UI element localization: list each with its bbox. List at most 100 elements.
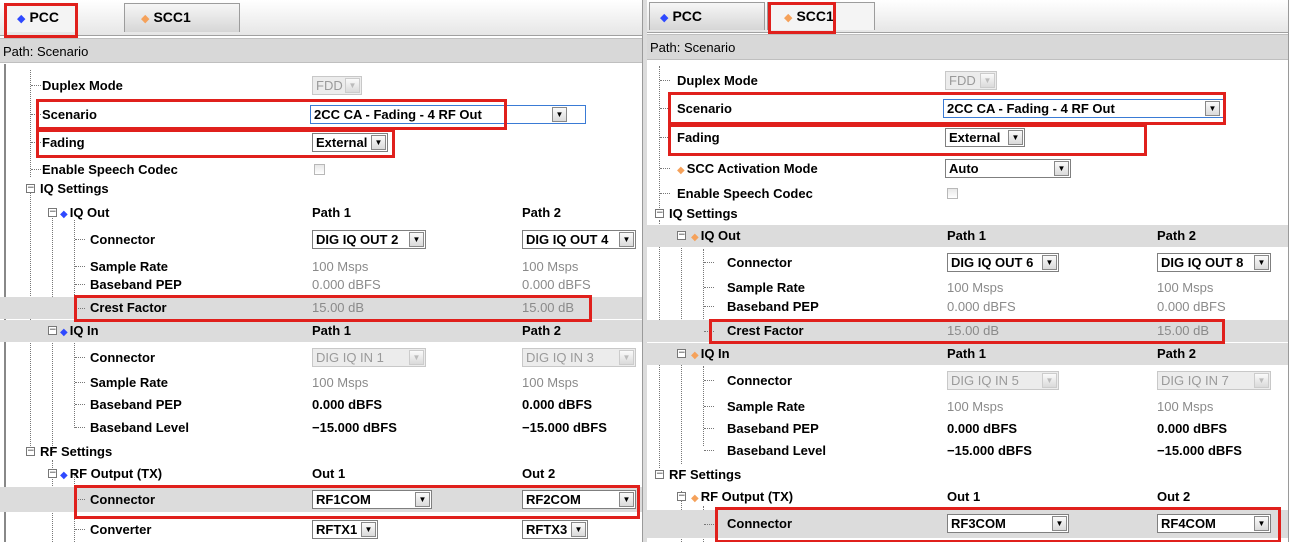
pcc-panel: ◆ PCC ◆ SCC1 Path: Scenario Duplex Mode FD… (0, 0, 643, 542)
dropdown-arrow-icon[interactable]: ▼ (361, 522, 376, 537)
dropdown-arrow-icon[interactable]: ▼ (415, 492, 430, 507)
duplex-mode-dropdown: FDD ▼ (945, 71, 997, 90)
iq-in-sample-rate-row: Sample Rate 100 Msps 100 Msps (0, 371, 642, 394)
dropdown-arrow-icon[interactable]: ▼ (371, 135, 386, 150)
dropdown-arrow-icon: ▼ (980, 73, 995, 88)
dropdown-arrow-icon[interactable]: ▼ (1054, 161, 1069, 176)
path-value: Scenario (683, 40, 736, 55)
rf-output-converter-out2-dropdown[interactable]: RFTX3 ▼ (522, 520, 588, 539)
orange-diamond-icon: ◆ (784, 12, 793, 24)
tab-scc1[interactable]: ◆ SCC1 (124, 3, 240, 32)
path-label: Path: (3, 44, 34, 59)
iq-in-connector-path1-dropdown: DIG IQ IN 1 ▼ (312, 348, 426, 367)
iq-in-baseband-level-row: Baseband Level −15.000 dBFS −15.000 dBFS (0, 416, 642, 439)
scenario-row: Scenario 2CC CA - Fading - 4 RF Out ▼ (0, 103, 642, 126)
scenario-dropdown[interactable]: 2CC CA - Fading - 4 RF Out ▼ (943, 99, 1225, 118)
dropdown-arrow-icon: ▼ (619, 350, 634, 365)
duplex-mode-label: Duplex Mode (42, 78, 123, 93)
dropdown-arrow-icon[interactable]: ▼ (571, 522, 586, 537)
iq-out-baseband-pep-row: Baseband PEP 0.000 dBFS 0.000 dBFS (647, 295, 1288, 318)
speech-codec-checkbox[interactable] (947, 188, 958, 199)
speech-codec-checkbox[interactable] (314, 164, 325, 175)
dropdown-arrow-icon: ▼ (1254, 373, 1269, 388)
iq-out-row: − ◆ IQ Out Path 1 Path 2 (647, 225, 1288, 247)
iq-in-connector-row: Connector DIG IQ IN 5 ▼ DIG IQ IN 7 ▼ (647, 369, 1288, 392)
rf-settings-row: − RF Settings (655, 467, 742, 482)
scenario-dropdown[interactable]: 2CC CA - Fading - 4 RF Out ▼ (310, 105, 586, 124)
dropdown-arrow-icon[interactable]: ▼ (1052, 516, 1067, 531)
dropdown-arrow-icon[interactable]: ▼ (619, 492, 634, 507)
iq-settings-row: − IQ Settings (655, 206, 738, 221)
iq-out-row: − ◆ IQ Out Path 1 Path 2 (0, 201, 642, 224)
orange-diamond-icon: ◆ (691, 493, 699, 504)
tree-expander-icon[interactable]: − (48, 208, 57, 217)
fading-dropdown[interactable]: External ▼ (945, 128, 1025, 147)
iq-out-col1-header: Path 1 (312, 205, 352, 220)
tab-bar: ◆ PCC ◆ SCC1 (0, 0, 642, 36)
blue-diamond-icon: ◆ (60, 209, 68, 220)
iq-in-connector-path1-dropdown: DIG IQ IN 5 ▼ (947, 371, 1059, 390)
dropdown-arrow-icon[interactable]: ▼ (1254, 516, 1269, 531)
iq-out-connector-row: Connector DIG IQ OUT 2 ▼ DIG IQ OUT 4 ▼ (0, 228, 642, 251)
tree-expander-icon[interactable]: − (48, 326, 57, 335)
fading-row: Fading External ▼ (0, 131, 642, 154)
scc-activation-dropdown[interactable]: Auto ▼ (945, 159, 1071, 178)
duplex-mode-row: Duplex Mode FDD ▼ (0, 74, 642, 97)
blue-diamond-icon: ◆ (660, 12, 669, 24)
iq-out-connector-path1-dropdown[interactable]: DIG IQ OUT 2 ▼ (312, 230, 426, 249)
dropdown-arrow-icon[interactable]: ▼ (1254, 255, 1269, 270)
path-bar: Path: Scenario (647, 34, 1288, 60)
dropdown-arrow-icon[interactable]: ▼ (1042, 255, 1057, 270)
fading-dropdown[interactable]: External ▼ (312, 133, 388, 152)
blue-diamond-icon: ◆ (60, 470, 68, 481)
iq-out-connector-label: Connector (90, 232, 155, 247)
dropdown-arrow-icon[interactable]: ▼ (552, 107, 567, 122)
rf-output-connector-row: Connector RF3COM ▼ RF4COM ▼ (647, 510, 1288, 538)
tree-expander-icon[interactable]: − (26, 184, 35, 193)
rf-output-connector-out1-dropdown[interactable]: RF3COM ▼ (947, 514, 1069, 533)
dropdown-arrow-icon[interactable]: ▼ (619, 232, 634, 247)
iq-in-connector-row: Connector DIG IQ IN 1 ▼ DIG IQ IN 3 ▼ (0, 346, 642, 369)
rf-output-row: − ◆ RF Output (TX) Out 1 Out 2 (647, 485, 1288, 508)
dropdown-arrow-icon[interactable]: ▼ (1008, 130, 1023, 145)
tab-scc1[interactable]: ◆ SCC1 (767, 2, 875, 30)
iq-in-baseband-pep-row: Baseband PEP 0.000 dBFS 0.000 dBFS (647, 417, 1288, 440)
orange-diamond-icon: ◆ (141, 13, 150, 25)
tab-bar: ◆ PCC ◆ SCC1 (647, 0, 1288, 33)
tab-pcc[interactable]: ◆ PCC (6, 3, 78, 32)
iq-out-connector-path2-dropdown[interactable]: DIG IQ OUT 4 ▼ (522, 230, 636, 249)
scenario-label: Scenario (42, 107, 97, 122)
tree-expander-icon[interactable]: − (677, 349, 686, 358)
iq-out-connector-row: Connector DIG IQ OUT 6 ▼ DIG IQ OUT 8 ▼ (647, 251, 1288, 274)
dropdown-arrow-icon[interactable]: ▼ (1205, 101, 1220, 116)
iq-settings-row: − IQ Settings (0, 177, 642, 200)
duplex-mode-row: Duplex Mode FDD ▼ (647, 69, 1288, 92)
fading-row: Fading External ▼ (647, 126, 1288, 149)
iq-out-connector-path1-dropdown[interactable]: DIG IQ OUT 6 ▼ (947, 253, 1059, 272)
orange-diamond-icon: ◆ (691, 232, 699, 243)
tree-expander-icon[interactable]: − (48, 469, 57, 478)
rf-settings-row: − RF Settings (26, 444, 113, 459)
blue-diamond-icon: ◆ (60, 327, 68, 338)
rf-output-connector-out2-dropdown[interactable]: RF2COM ▼ (522, 490, 636, 509)
tab-pcc[interactable]: ◆ PCC (649, 2, 765, 30)
orange-diamond-icon: ◆ (691, 350, 699, 361)
tree-expander-icon[interactable]: − (655, 470, 664, 479)
iq-out-connector-path2-dropdown[interactable]: DIG IQ OUT 8 ▼ (1157, 253, 1271, 272)
tree-expander-icon[interactable]: − (677, 492, 686, 501)
blue-diamond-icon: ◆ (17, 13, 26, 25)
tree-expander-icon[interactable]: − (655, 209, 664, 218)
iq-in-row: − ◆ IQ In Path 1 Path 2 (0, 320, 642, 342)
tree-expander-icon[interactable]: − (26, 447, 35, 456)
rf-output-converter-out1-dropdown[interactable]: RFTX1 ▼ (312, 520, 378, 539)
tree-expander-icon[interactable]: − (677, 231, 686, 240)
rf-output-row: − ◆ RF Output (TX) Out 1 Out 2 (0, 462, 642, 485)
dropdown-arrow-icon[interactable]: ▼ (409, 232, 424, 247)
rf-output-connector-out2-dropdown[interactable]: RF4COM ▼ (1157, 514, 1271, 533)
iq-out-crest-factor-row: Crest Factor 15.00 dB 15.00 dB (647, 320, 1288, 342)
dropdown-arrow-icon: ▼ (409, 350, 424, 365)
path-bar: Path: Scenario (0, 38, 642, 63)
path-value: Scenario (36, 44, 89, 59)
dropdown-arrow-icon: ▼ (345, 78, 360, 93)
rf-output-connector-out1-dropdown[interactable]: RF1COM ▼ (312, 490, 432, 509)
